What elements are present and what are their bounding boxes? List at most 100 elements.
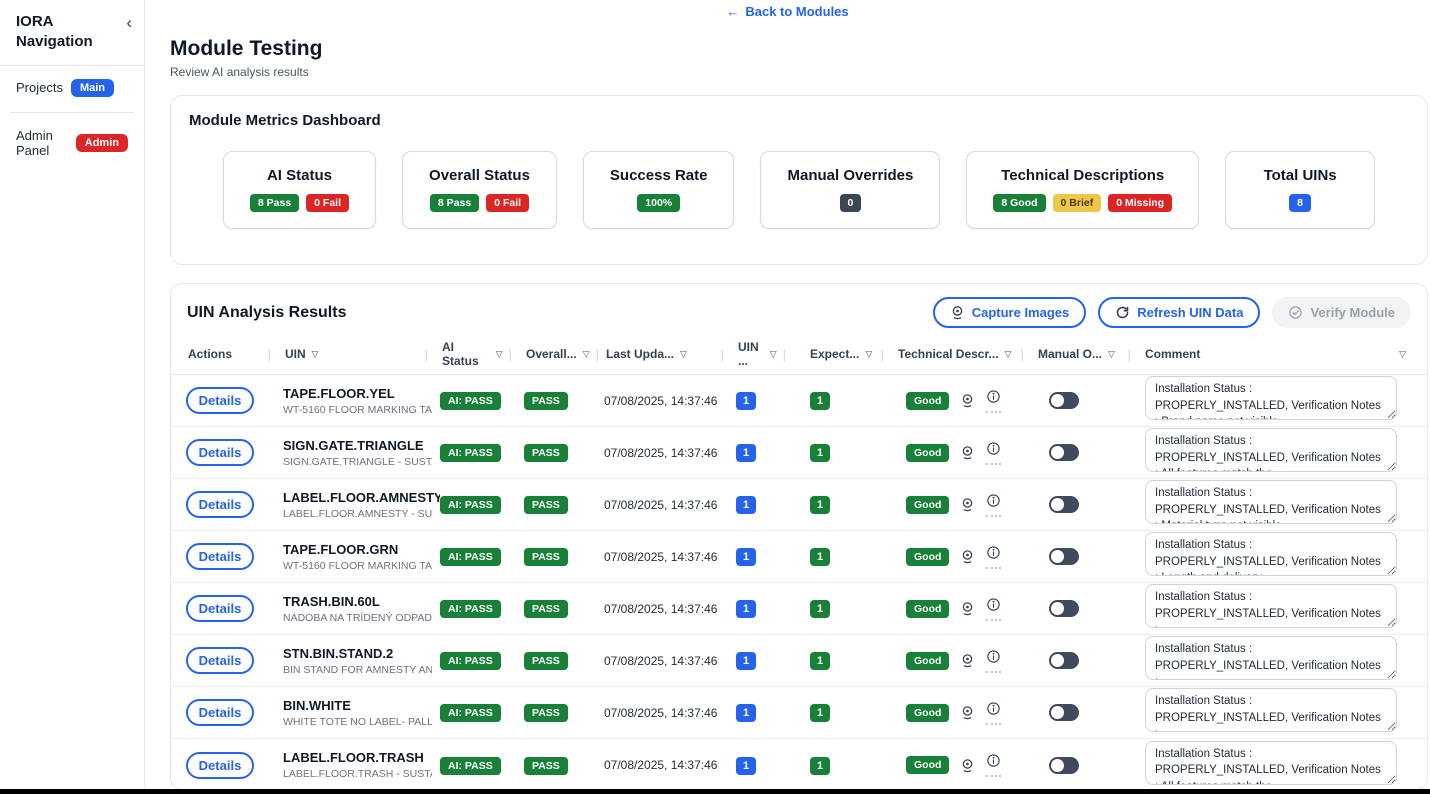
manual-override-toggle[interactable] [1049, 548, 1079, 565]
info-tooltip [986, 597, 1001, 621]
overall-status-cell: PASS [524, 599, 604, 618]
webcam-icon [950, 305, 965, 320]
filter-icon[interactable]: ▽ [865, 348, 872, 360]
uin-subtitle: WT-5160 FLOOR MARKING TAPE [283, 404, 432, 416]
filter-icon[interactable]: ▽ [496, 348, 503, 360]
comment-textarea[interactable]: Installation Status : PROPERLY_INSTALLED… [1145, 428, 1397, 472]
info-tooltip [986, 493, 1001, 517]
toggle-knob [1051, 446, 1064, 459]
uin-subtitle: SIGN.GATE.TRIANGLE - SUSTAIN [283, 456, 432, 468]
overall-status-cell: PASS [524, 756, 604, 775]
info-tooltip [986, 701, 1001, 725]
sidebar-item-admin-panel[interactable]: Admin Panel Admin [0, 115, 144, 171]
webcam-icon[interactable] [960, 497, 975, 512]
filter-icon[interactable]: ▽ [1108, 348, 1115, 360]
manual-override-toggle[interactable] [1049, 600, 1079, 617]
info-icon[interactable] [986, 493, 1001, 508]
manual-override-toggle[interactable] [1049, 496, 1079, 513]
column-header-label: UIN [285, 347, 306, 361]
webcam-icon[interactable] [960, 393, 975, 408]
actions-cell: Details [186, 647, 283, 674]
technical-description-cell: Good [896, 649, 1036, 673]
collapse-sidebar-icon[interactable]: ‹ [126, 14, 132, 31]
column-header-label: UIN ... [738, 340, 764, 368]
webcam-icon[interactable] [960, 705, 975, 720]
uin-count-badge: 1 [736, 392, 756, 410]
overall-status-cell: PASS [524, 547, 604, 566]
uin-subtitle: LABEL.FLOOR.TRASH - SUSTAIN [283, 768, 432, 780]
manual-override-toggle[interactable] [1049, 392, 1079, 409]
comment-cell: Installation Status : PROPERLY_INSTALLED… [1143, 741, 1412, 790]
filter-icon[interactable]: ▽ [770, 348, 777, 360]
toggle-knob [1051, 550, 1064, 563]
manual-override-toggle[interactable] [1049, 704, 1079, 721]
info-icon[interactable] [986, 389, 1001, 404]
details-button[interactable]: Details [186, 439, 254, 466]
info-tooltip [986, 389, 1001, 413]
verify-module-button[interactable]: Verify Module [1272, 297, 1411, 328]
details-button[interactable]: Details [186, 491, 254, 518]
filter-icon[interactable]: ▽ [1005, 348, 1012, 360]
filter-icon[interactable]: ▽ [583, 348, 590, 360]
manual-override-toggle[interactable] [1049, 444, 1079, 461]
manual-override-toggle[interactable] [1049, 652, 1079, 669]
uin-name: TRASH.BIN.60L [283, 594, 432, 609]
comment-textarea[interactable]: Installation Status : PROPERLY_INSTALLED… [1145, 688, 1397, 732]
filter-icon[interactable]: ▽ [1399, 348, 1406, 360]
details-button[interactable]: Details [186, 647, 254, 674]
webcam-icon[interactable] [960, 549, 975, 564]
tech-desc-badge: Good [906, 756, 949, 774]
comment-textarea[interactable]: Installation Status : PROPERLY_INSTALLED… [1145, 480, 1397, 524]
uin-name: BIN.WHITE [283, 698, 432, 713]
metric-badge: 8 Pass [250, 194, 299, 212]
uin-subtitle: WHITE TOTE NO LABEL- PALLET [283, 716, 432, 728]
comment-textarea[interactable]: Installation Status : PROPERLY_INSTALLED… [1145, 741, 1397, 785]
refresh-uin-data-label: Refresh UIN Data [1137, 305, 1243, 320]
capture-images-button[interactable]: Capture Images [933, 297, 1087, 328]
webcam-icon[interactable] [960, 445, 975, 460]
info-icon[interactable] [986, 701, 1001, 716]
comment-textarea[interactable]: Installation Status : PROPERLY_INSTALLED… [1145, 584, 1397, 628]
info-icon[interactable] [986, 545, 1001, 560]
webcam-icon[interactable] [960, 653, 975, 668]
info-icon[interactable] [986, 649, 1001, 664]
details-button[interactable]: Details [186, 752, 254, 779]
technical-description-cell: Good [896, 597, 1036, 621]
sidebar-item-label: Projects [16, 80, 63, 95]
info-icon[interactable] [986, 597, 1001, 612]
main-content: ← Back to Modules Module Testing Review … [145, 0, 1430, 794]
info-tooltip [986, 649, 1001, 673]
uin-count-badge: 1 [736, 496, 756, 514]
info-icon[interactable] [986, 441, 1001, 456]
uin-count-badge: 1 [736, 548, 756, 566]
uin-count-cell: 1 [736, 443, 798, 462]
comment-textarea[interactable]: Installation Status : PROPERLY_INSTALLED… [1145, 636, 1397, 680]
metric-badge: 0 [840, 194, 862, 212]
details-button[interactable]: Details [186, 699, 254, 726]
filter-icon[interactable]: ▽ [312, 348, 319, 360]
technical-description-cell: Good [896, 701, 1036, 725]
manual-override-toggle[interactable] [1049, 757, 1079, 774]
ai-status-cell: AI: PASS [440, 651, 524, 670]
refresh-uin-data-button[interactable]: Refresh UIN Data [1098, 297, 1260, 328]
webcam-icon[interactable] [960, 601, 975, 616]
metric-card-title: AI Status [250, 167, 349, 184]
info-icon[interactable] [986, 753, 1001, 768]
metric-card-title: Manual Overrides [787, 167, 913, 184]
tech-desc-badge: Good [906, 392, 949, 410]
details-button[interactable]: Details [186, 543, 254, 570]
page-subtitle: Review AI analysis results [170, 65, 1430, 79]
ai-status-cell: AI: PASS [440, 495, 524, 514]
table-header-row: Actions UIN ▽ AI Status ▽ Overall... ▽ L… [171, 338, 1427, 375]
tech-desc-badge: Good [906, 600, 949, 618]
comment-textarea[interactable]: Installation Status : PROPERLY_INSTALLED… [1145, 376, 1397, 420]
manual-override-cell [1036, 600, 1143, 617]
comment-textarea[interactable]: Installation Status : PROPERLY_INSTALLED… [1145, 532, 1397, 576]
webcam-icon[interactable] [960, 758, 975, 773]
filter-icon[interactable]: ▽ [680, 348, 687, 360]
details-button[interactable]: Details [186, 595, 254, 622]
details-button[interactable]: Details [186, 387, 254, 414]
back-to-modules-link[interactable]: ← Back to Modules [145, 0, 1430, 19]
sidebar-item-projects[interactable]: Projects Main [0, 66, 144, 110]
metric-card-badges: 8 Pass0 Fail [429, 194, 530, 212]
